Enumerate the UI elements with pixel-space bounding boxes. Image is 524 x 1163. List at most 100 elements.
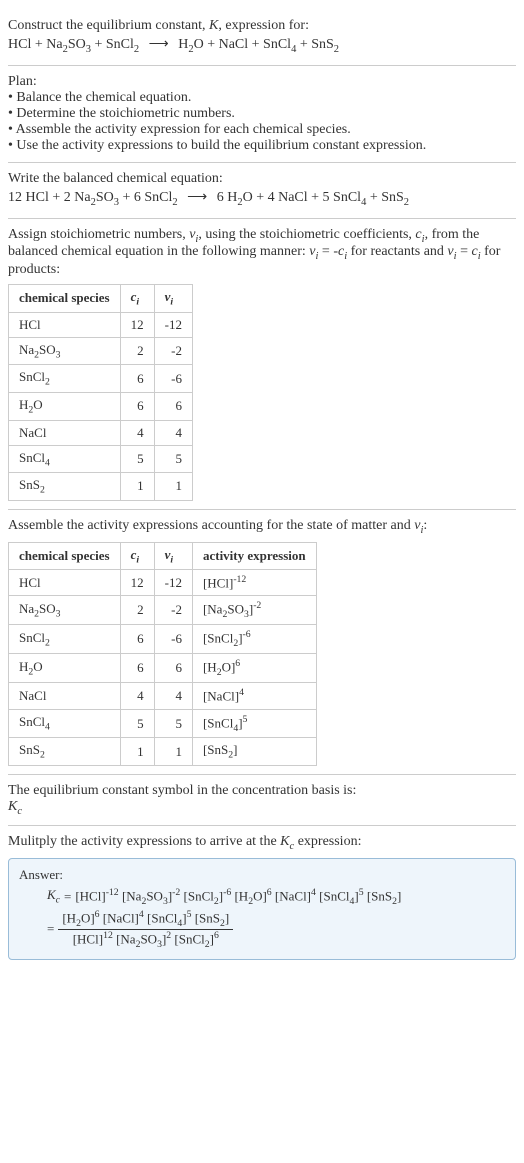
nui-cell: 1 — [154, 738, 192, 766]
answer-c: c — [56, 895, 60, 906]
ci-cell: 1 — [120, 473, 154, 501]
ci-cell: 5 — [120, 445, 154, 473]
intro-b: , expression for: — [218, 18, 309, 33]
assign-b: , using the stoichiometric coefficients, — [198, 227, 415, 242]
intro-K: K — [209, 18, 218, 33]
fraction-numerator: [H2O]6 [NaCl]4 [SnCl4]5 [SnS2] — [58, 909, 233, 930]
species-cell: SnS2 — [9, 473, 121, 501]
multiply-text: Mulitply the activity expressions to arr… — [8, 834, 516, 852]
answer-product: [HCl]-12 [Na2SO3]-2 [SnCl2]-6 [H2O]6 [Na… — [75, 887, 401, 907]
species-cell: SnCl2 — [9, 625, 121, 654]
stoich-table: chemical speciesciνiHCl12-12Na2SO32-2SnC… — [8, 284, 193, 501]
assign-section: Assign stoichiometric numbers, νi , using… — [8, 219, 516, 510]
intro-section: Construct the equilibrium constant, K, e… — [8, 8, 516, 66]
intro-a: Construct the equilibrium constant, — [8, 18, 209, 33]
table-row: NaCl44 — [9, 420, 193, 445]
species-cell: SnCl4 — [9, 445, 121, 473]
answer-fraction: [H2O]6 [NaCl]4 [SnCl4]5 [SnS2] [HCl]12 [… — [58, 909, 233, 950]
ci-cell: 1 — [120, 738, 154, 766]
intro-text: Construct the equilibrium constant, K, e… — [8, 18, 516, 34]
ci-cell: 6 — [120, 625, 154, 654]
assemble-a: Assemble the activity expressions accoun… — [8, 518, 414, 533]
symbol-section: The equilibrium constant symbol in the c… — [8, 775, 516, 826]
nui-cell: 6 — [154, 392, 192, 420]
ci-cell: 6 — [120, 392, 154, 420]
table-row: SnCl26-6 — [9, 365, 193, 393]
balanced-equation: 12 HCl + 2 Na2SO3 + 6 SnCl2 ⟶ 6 H2O + 4 … — [8, 189, 516, 208]
ci-cell: 12 — [120, 570, 154, 596]
nui-cell: 4 — [154, 420, 192, 445]
nui-cell: 1 — [154, 473, 192, 501]
answer-line2: = [H2O]6 [NaCl]4 [SnCl4]5 [SnS2] [HCl]12… — [19, 909, 505, 950]
multiply-a: Mulitply the activity expressions to arr… — [8, 834, 280, 849]
ci-cell: 2 — [120, 596, 154, 625]
species-cell: NaCl — [9, 683, 121, 709]
symbol-kc: Kc — [8, 799, 516, 817]
nui-cell: 5 — [154, 445, 192, 473]
table-row: SnCl455 — [9, 445, 193, 473]
nui-cell: -12 — [154, 312, 192, 337]
unbalanced-equation: HCl + Na2SO3 + SnCl2 ⟶ H2O + NaCl + SnCl… — [8, 36, 516, 55]
activity-cell: [H2O]6 — [192, 654, 316, 683]
table-row: SnCl26-6[SnCl2]-6 — [9, 625, 317, 654]
answer-label: Answer: — [19, 867, 505, 883]
plan-section: Plan: • Balance the chemical equation.• … — [8, 66, 516, 163]
ci-cell: 12 — [120, 312, 154, 337]
ci-cell: 6 — [120, 365, 154, 393]
activity-cell: [NaCl]4 — [192, 683, 316, 709]
plan-item: • Use the activity expressions to build … — [8, 138, 516, 154]
balanced-heading: Write the balanced chemical equation: — [8, 171, 516, 187]
table-header: ci — [120, 542, 154, 570]
nui-cell: -12 — [154, 570, 192, 596]
table-row: HCl12-12[HCl]-12 — [9, 570, 317, 596]
species-cell: NaCl — [9, 420, 121, 445]
assign-eq1a: = - — [318, 244, 338, 259]
ci-cell: 2 — [120, 337, 154, 365]
plan-heading: Plan: — [8, 74, 516, 90]
answer-Kc: Kc — [47, 887, 60, 906]
assign-eq2a: = — [457, 244, 472, 259]
assign-eq1b: for reactants and — [347, 244, 447, 259]
table-row: SnS211 — [9, 473, 193, 501]
table-row: H2O66 — [9, 392, 193, 420]
assemble-text: Assemble the activity expressions accoun… — [8, 518, 516, 536]
ci-cell: 5 — [120, 709, 154, 738]
assemble-b: : — [423, 518, 427, 533]
fraction-denominator: [HCl]12 [Na2SO3]2 [SnCl2]6 — [69, 930, 223, 950]
plan-item: • Determine the stoichiometric numbers. — [8, 106, 516, 122]
multiply-section: Mulitply the activity expressions to arr… — [8, 826, 516, 969]
answer-box: Answer: Kc = [HCl]-12 [Na2SO3]-2 [SnCl2]… — [8, 858, 516, 961]
species-cell: Na2SO3 — [9, 596, 121, 625]
species-cell: SnCl2 — [9, 365, 121, 393]
activity-cell: [HCl]-12 — [192, 570, 316, 596]
activity-cell: [SnCl2]-6 — [192, 625, 316, 654]
table-row: HCl12-12 — [9, 312, 193, 337]
nui-cell: 5 — [154, 709, 192, 738]
assign-text: Assign stoichiometric numbers, νi, using… — [8, 227, 516, 279]
nui-cell: -6 — [154, 625, 192, 654]
nui-cell: -2 — [154, 596, 192, 625]
nui-cell: -2 — [154, 337, 192, 365]
table-header: chemical species — [9, 285, 121, 313]
multiply-K: K — [280, 834, 289, 849]
symbol-text: The equilibrium constant symbol in the c… — [8, 783, 516, 799]
eq-sign-1: = — [64, 889, 71, 905]
species-cell: H2O — [9, 654, 121, 683]
balanced-section: Write the balanced chemical equation: 12… — [8, 163, 516, 219]
table-header: νi — [154, 542, 192, 570]
answer-K: K — [47, 887, 56, 902]
nui-cell: 6 — [154, 654, 192, 683]
plan-item: • Assemble the activity expression for e… — [8, 122, 516, 138]
activity-table: chemical speciesciνiactivity expressionH… — [8, 542, 317, 767]
nui-cell: 4 — [154, 683, 192, 709]
table-row: NaCl44[NaCl]4 — [9, 683, 317, 709]
table-row: SnCl455[SnCl4]5 — [9, 709, 317, 738]
ci-cell: 4 — [120, 420, 154, 445]
species-cell: HCl — [9, 312, 121, 337]
table-row: Na2SO32-2 — [9, 337, 193, 365]
eq-sign-2: = — [47, 921, 54, 937]
assemble-section: Assemble the activity expressions accoun… — [8, 510, 516, 775]
table-header: νi — [154, 285, 192, 313]
table-row: Na2SO32-2[Na2SO3]-2 — [9, 596, 317, 625]
assign-a: Assign stoichiometric numbers, — [8, 227, 189, 242]
